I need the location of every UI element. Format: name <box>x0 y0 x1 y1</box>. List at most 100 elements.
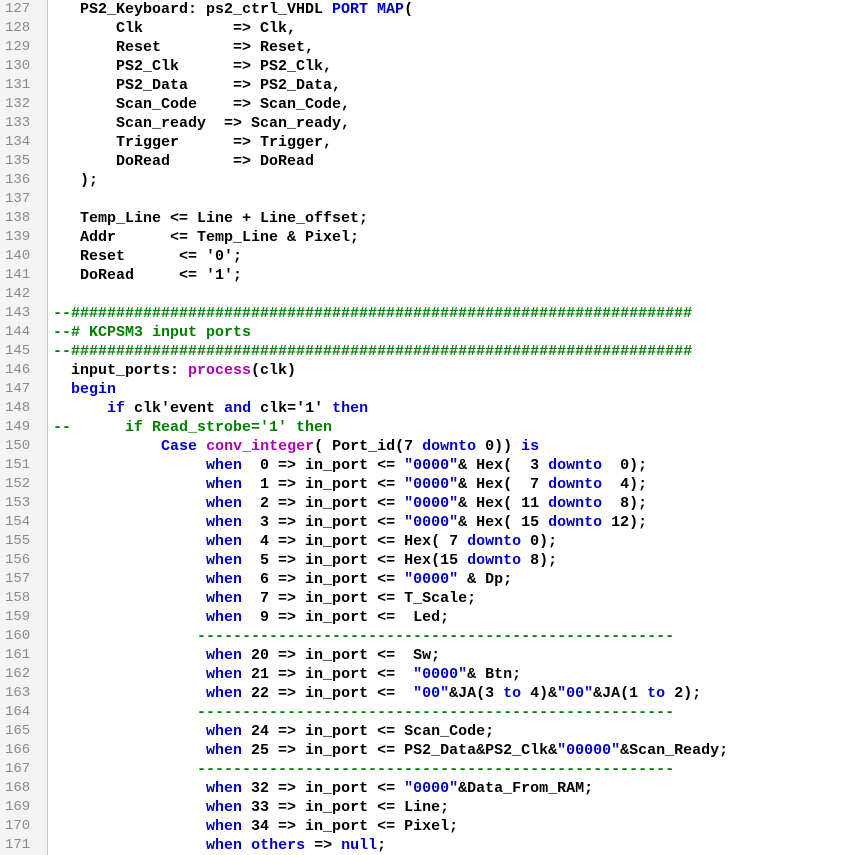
code-token: ; <box>377 837 387 854</box>
code-line[interactable]: 159 when 9 => in_port <= Led; <box>0 608 859 627</box>
line-number: 128 <box>5 20 31 36</box>
code-token: Temp_Line <= Line + Line_offset; <box>53 210 369 227</box>
code-token: ); <box>53 172 99 189</box>
code-text: when 5 => in_port <= Hex(15 downto 8); <box>53 551 557 570</box>
code-token: 0)) <box>476 438 522 455</box>
code-line[interactable]: 151 when 0 => in_port <= "0000"& Hex( 3 … <box>0 456 859 475</box>
comment-token: --######################################… <box>53 343 693 360</box>
line-number: 138 <box>5 210 31 226</box>
code-line[interactable]: 170 when 34 => in_port <= Pixel; <box>0 817 859 836</box>
code-line[interactable]: 160 ------------------------------------… <box>0 627 859 646</box>
code-line[interactable]: 146 input_ports: process(clk) <box>0 361 859 380</box>
keyword-token: downto <box>548 457 603 474</box>
code-line[interactable]: 158 when 7 => in_port <= T_Scale; <box>0 589 859 608</box>
code-text: when 1 => in_port <= "0000"& Hex( 7 down… <box>53 475 647 494</box>
line-number: 131 <box>5 77 31 93</box>
line-number: 167 <box>5 761 31 777</box>
comment-token: ----------------------------------------… <box>53 761 675 778</box>
code-line[interactable]: 165 when 24 => in_port <= Scan_Code; <box>0 722 859 741</box>
code-text: when 24 => in_port <= Scan_Code; <box>53 722 494 741</box>
code-line[interactable]: 155 when 4 => in_port <= Hex( 7 downto 0… <box>0 532 859 551</box>
code-line[interactable]: 143 --###################################… <box>0 304 859 323</box>
code-line[interactable]: 145 --###################################… <box>0 342 859 361</box>
code-token: 4 => in_port <= Hex( 7 <box>242 533 468 550</box>
code-line[interactable]: 168 when 32 => in_port <= "0000"&Data_Fr… <box>0 779 859 798</box>
keyword-token: downto <box>467 533 522 550</box>
code-line[interactable]: 148 if clk'event and clk='1' then <box>0 399 859 418</box>
line-number: 153 <box>5 495 31 511</box>
code-line[interactable]: 154 when 3 => in_port <= "0000"& Hex( 15… <box>0 513 859 532</box>
line-number: 129 <box>5 39 31 55</box>
code-line[interactable]: 139 Addr <= Temp_Line & Pixel; <box>0 228 859 247</box>
line-number: 161 <box>5 647 31 663</box>
code-line[interactable]: 149 -- if Read_strobe='1' then <box>0 418 859 437</box>
code-line[interactable]: 157 when 6 => in_port <= "0000" & Dp; <box>0 570 859 589</box>
code-token: PS2_Keyboard: ps2_ctrl_VHDL <box>53 1 333 18</box>
code-area[interactable]: 127 PS2_Keyboard: ps2_ctrl_VHDL PORT MAP… <box>0 0 859 855</box>
code-line[interactable]: 133 Scan_ready => Scan_ready, <box>0 114 859 133</box>
code-line[interactable]: 140 Reset <= '0'; <box>0 247 859 266</box>
code-text: input_ports: process(clk) <box>53 361 296 380</box>
code-line[interactable]: 153 when 2 => in_port <= "0000"& Hex( 11… <box>0 494 859 513</box>
code-line[interactable]: 156 when 5 => in_port <= Hex(15 downto 8… <box>0 551 859 570</box>
code-editor[interactable]: 127 PS2_Keyboard: ps2_ctrl_VHDL PORT MAP… <box>0 0 859 855</box>
code-line[interactable]: 129 Reset => Reset, <box>0 38 859 57</box>
code-line[interactable]: 162 when 21 => in_port <= "0000"& Btn; <box>0 665 859 684</box>
code-line[interactable]: 163 when 22 => in_port <= "00"&JA(3 to 4… <box>0 684 859 703</box>
code-line[interactable]: 132 Scan_Code => Scan_Code, <box>0 95 859 114</box>
code-line[interactable]: 147 begin <box>0 380 859 399</box>
string-token: "0000" <box>404 514 459 531</box>
code-line[interactable]: 128 Clk => Clk, <box>0 19 859 38</box>
code-text: Scan_ready => Scan_ready, <box>53 114 350 133</box>
keyword-token: when <box>206 457 243 474</box>
code-line[interactable]: 141 DoRead <= '1'; <box>0 266 859 285</box>
string-token: "0000" <box>404 476 459 493</box>
code-line[interactable]: 150 Case conv_integer( Port_id(7 downto … <box>0 437 859 456</box>
string-token: "00000" <box>557 742 621 759</box>
code-token: (clk) <box>251 362 297 379</box>
line-number: 134 <box>5 134 31 150</box>
code-token: &Data_From_RAM; <box>458 780 594 797</box>
code-line[interactable]: 166 when 25 => in_port <= PS2_Data&PS2_C… <box>0 741 859 760</box>
code-text: when 32 => in_port <= "0000"&Data_From_R… <box>53 779 593 798</box>
code-text: when 22 => in_port <= "00"&JA(3 to 4)&"0… <box>53 684 701 703</box>
code-line[interactable]: 164 ------------------------------------… <box>0 703 859 722</box>
code-line[interactable]: 127 PS2_Keyboard: ps2_ctrl_VHDL PORT MAP… <box>0 0 859 19</box>
code-line[interactable]: 135 DoRead => DoRead <box>0 152 859 171</box>
code-line[interactable]: 152 when 1 => in_port <= "0000"& Hex( 7 … <box>0 475 859 494</box>
code-text: when 9 => in_port <= Led; <box>53 608 449 627</box>
code-token: 2 => in_port <= <box>242 495 405 512</box>
keyword-token: when <box>206 514 243 531</box>
code-text: DoRead <= '1'; <box>53 266 242 285</box>
keyword-token: when <box>206 533 243 550</box>
code-line[interactable]: 171 when others => null; <box>0 836 859 855</box>
code-token: clk'event <box>125 400 225 417</box>
code-line[interactable]: 136 ); <box>0 171 859 190</box>
line-number: 144 <box>5 324 31 340</box>
keyword-token: when <box>206 590 243 607</box>
line-number: 135 <box>5 153 31 169</box>
code-line[interactable]: 131 PS2_Data => PS2_Data, <box>0 76 859 95</box>
code-token: 12); <box>602 514 648 531</box>
code-line[interactable]: 169 when 33 => in_port <= Line; <box>0 798 859 817</box>
keyword-token: when <box>206 837 243 854</box>
keyword-token: null <box>341 837 378 854</box>
code-line[interactable]: 161 when 20 => in_port <= Sw; <box>0 646 859 665</box>
comment-token: --# KCPSM3 input ports <box>53 324 252 341</box>
keyword-token: when <box>206 666 243 683</box>
code-line[interactable]: 167 ------------------------------------… <box>0 760 859 779</box>
code-line[interactable]: 134 Trigger => Trigger, <box>0 133 859 152</box>
code-line[interactable]: 137 <box>0 190 859 209</box>
line-number: 141 <box>5 267 31 283</box>
code-line[interactable]: 144 --# KCPSM3 input ports <box>0 323 859 342</box>
code-line[interactable]: 142 <box>0 285 859 304</box>
code-line[interactable]: 130 PS2_Clk => PS2_Clk, <box>0 57 859 76</box>
string-token: "0000" <box>413 666 468 683</box>
code-token: Trigger => Trigger, <box>53 134 333 151</box>
code-line[interactable]: 138 Temp_Line <= Line + Line_offset; <box>0 209 859 228</box>
code-text: when 0 => in_port <= "0000"& Hex( 3 down… <box>53 456 647 475</box>
